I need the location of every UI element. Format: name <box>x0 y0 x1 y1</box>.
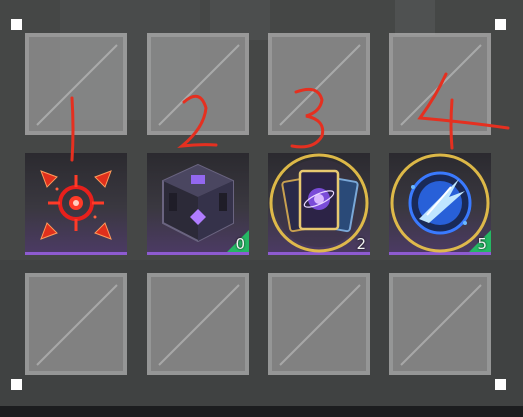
annotation-1 <box>70 96 75 162</box>
annotation-2 <box>177 94 218 149</box>
annotation-4 <box>417 72 510 150</box>
annotation-layer <box>70 72 510 162</box>
annotation-3 <box>290 87 325 149</box>
